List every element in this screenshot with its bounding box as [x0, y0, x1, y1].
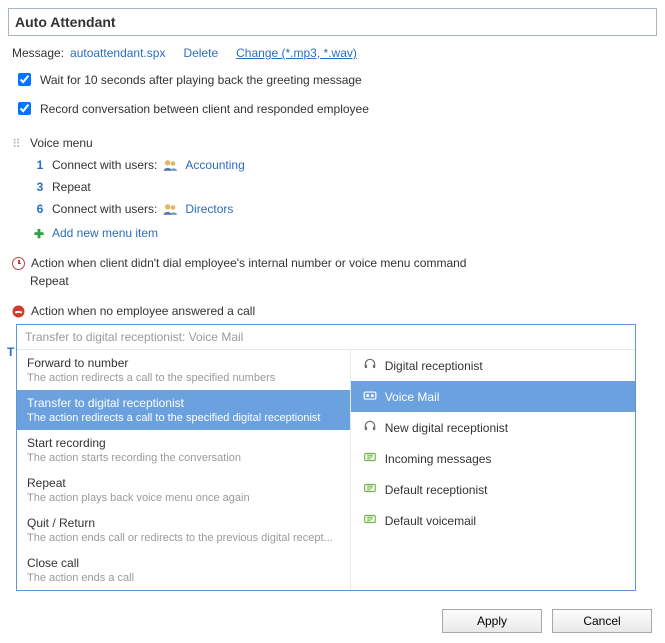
menu-item-number: 3: [34, 180, 46, 194]
queue-icon: [363, 481, 377, 498]
receptionist-option-label: Incoming messages: [385, 452, 492, 466]
receptionist-option[interactable]: Incoming messages: [351, 443, 635, 474]
option-desc: The action ends call or redirects to the…: [27, 532, 340, 544]
menu-item-text: Repeat: [52, 180, 91, 194]
voice-menu-item[interactable]: 1 Connect with users: Accounting: [34, 154, 657, 176]
action-option[interactable]: Quit / Return The action ends call or red…: [17, 510, 350, 550]
option-title: Start recording: [27, 436, 340, 450]
message-delete-link[interactable]: Delete: [183, 46, 218, 60]
receptionist-option[interactable]: New digital receptionist: [351, 412, 635, 443]
voice-menu-item[interactable]: 6 Connect with users: Directors: [34, 198, 657, 220]
option-desc: The action starts recording the conversa…: [27, 452, 340, 464]
menu-item-group-link[interactable]: Accounting: [185, 158, 244, 172]
option-title: Forward to number: [27, 356, 340, 370]
action-dropdown[interactable]: T Transfer to digital receptionist: Voic…: [16, 324, 636, 591]
grip-icon: [12, 137, 24, 149]
receptionist-option[interactable]: Digital receptionist: [351, 350, 635, 381]
action-option[interactable]: Repeat The action plays back voice menu o…: [17, 470, 350, 510]
phone-down-icon: [12, 305, 25, 318]
receptionist-option-label: New digital receptionist: [385, 421, 508, 435]
action-option[interactable]: Forward to number The action redirects a …: [17, 350, 350, 390]
record-label: Record conversation between client and r…: [40, 102, 369, 116]
action-no-dial-title: Action when client didn't dial employee'…: [31, 256, 466, 270]
headset-icon: [363, 419, 377, 436]
wait-label: Wait for 10 seconds after playing back t…: [40, 73, 362, 87]
receptionist-option-label: Default voicemail: [385, 514, 476, 528]
menu-item-group-link[interactable]: Directors: [185, 202, 233, 216]
voice-menu-item[interactable]: 3 Repeat: [34, 176, 657, 198]
record-checkbox[interactable]: [18, 102, 31, 115]
message-change-link[interactable]: Change (*.mp3, *.wav): [236, 46, 357, 60]
option-desc: The action plays back voice menu once ag…: [27, 492, 340, 504]
voicemail-icon: [363, 388, 377, 405]
action-option[interactable]: Start recording The action starts recordi…: [17, 430, 350, 470]
receptionist-option[interactable]: Voice Mail: [351, 381, 635, 412]
action-option[interactable]: Transfer to digital receptionist The acti…: [17, 390, 350, 430]
receptionist-option-label: Digital receptionist: [385, 359, 483, 373]
apply-button[interactable]: Apply: [442, 609, 542, 633]
option-title: Quit / Return: [27, 516, 340, 530]
cancel-button[interactable]: Cancel: [552, 609, 652, 633]
menu-item-number: 6: [34, 202, 46, 216]
option-title: Repeat: [27, 476, 340, 490]
message-label: Message:: [12, 46, 64, 60]
wait-checkbox[interactable]: [18, 73, 31, 86]
voicemenu-title: Voice menu: [30, 136, 93, 150]
action-no-answer-title: Action when no employee answered a call: [31, 304, 255, 318]
title-input[interactable]: [8, 8, 657, 36]
queue-icon: [363, 450, 377, 467]
message-file-link[interactable]: autoattendant.spx: [70, 46, 165, 60]
users-icon: [163, 203, 179, 216]
receptionist-option-label: Default receptionist: [385, 483, 488, 497]
users-icon: [163, 159, 179, 172]
option-desc: The action ends a call: [27, 572, 340, 584]
receptionist-option-label: Voice Mail: [385, 390, 440, 404]
clock-icon: [12, 257, 25, 270]
menu-item-number: 1: [34, 158, 46, 172]
action-no-dial-value: Repeat: [30, 274, 657, 288]
option-title: Transfer to digital receptionist: [27, 396, 340, 410]
receptionist-option[interactable]: Default receptionist: [351, 474, 635, 505]
action-option[interactable]: Close call The action ends a call: [17, 550, 350, 590]
transfer-marker: T: [7, 345, 14, 359]
dropdown-header: Transfer to digital receptionist: Voice …: [17, 325, 635, 350]
menu-item-text: Connect with users:: [52, 158, 157, 172]
option-desc: The action redirects a call to the speci…: [27, 412, 340, 424]
headset-icon: [363, 357, 377, 374]
receptionist-option[interactable]: Default voicemail: [351, 505, 635, 536]
plus-icon: ✚: [34, 227, 46, 239]
option-title: Close call: [27, 556, 340, 570]
menu-item-text: Connect with users:: [52, 202, 157, 216]
option-desc: The action redirects a call to the speci…: [27, 372, 340, 384]
add-menu-item-link[interactable]: Add new menu item: [52, 226, 158, 240]
queue-icon: [363, 512, 377, 529]
